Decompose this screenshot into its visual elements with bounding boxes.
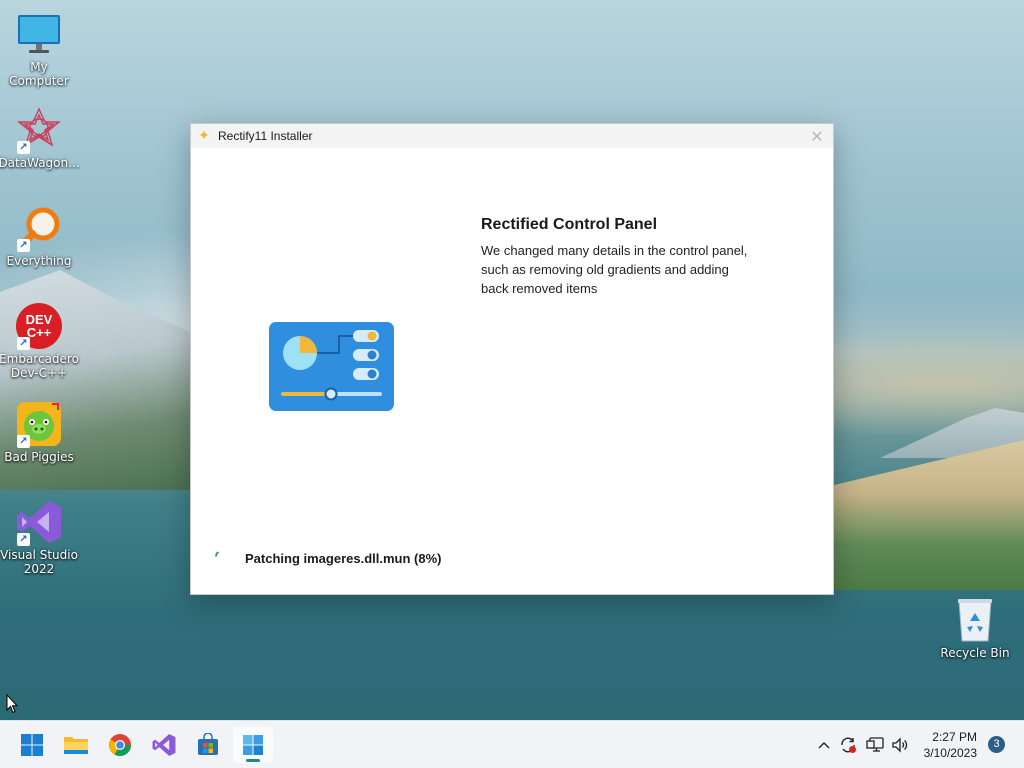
- desktop-icon-visual-studio[interactable]: ↗ Visual Studio 2022: [0, 498, 78, 576]
- volume-icon: [892, 737, 908, 753]
- magnifier-icon: ↗: [15, 204, 63, 252]
- desktop-icon-label: Recycle Bin: [940, 646, 1010, 660]
- desktop-icon-datawagon[interactable]: ↗ DataWagon...: [0, 106, 80, 170]
- pig-icon: ↗: [15, 400, 63, 448]
- desktop-icon-label: My Computer: [9, 60, 69, 88]
- sparkle-icon: ✦: [198, 128, 210, 144]
- visual-studio-icon: ↗: [15, 498, 63, 546]
- network-icon: [866, 737, 884, 752]
- install-status-text: Patching imageres.dll.mun (8%): [245, 551, 442, 566]
- folder-icon: [64, 737, 88, 754]
- active-app-indicator: [246, 759, 260, 762]
- desktop-icon-everything[interactable]: ↗ Everything: [0, 204, 78, 268]
- notification-badge[interactable]: 3: [988, 736, 1005, 753]
- tray-overflow-button[interactable]: [814, 721, 834, 768]
- taskbar-chrome[interactable]: [100, 727, 140, 763]
- window-titlebar[interactable]: ✦ Rectify11 Installer ✕: [191, 124, 833, 148]
- desktop-icon-label: Embarcadero Dev-C++: [0, 352, 79, 380]
- taskbar: 2:27 PM 3/10/2023 3: [0, 720, 1024, 768]
- shortcut-arrow-icon: ↗: [17, 533, 30, 546]
- devcpp-icon: DEV C++ ↗: [15, 302, 63, 350]
- tray-volume-button[interactable]: [889, 721, 911, 768]
- monitor-icon: [15, 10, 63, 58]
- taskbar-visual-studio[interactable]: [144, 727, 184, 763]
- taskbar-rectify11-installer[interactable]: [233, 727, 273, 763]
- desktop-icon-label: Bad Piggies: [4, 450, 74, 464]
- tray-sync-button[interactable]: [838, 721, 858, 768]
- shortcut-arrow-icon: ↗: [17, 435, 30, 448]
- wallpaper-hill-right: [834, 440, 1024, 590]
- taskbar-clock[interactable]: 2:27 PM 3/10/2023: [924, 729, 977, 761]
- clock-date: 3/10/2023: [923, 746, 977, 760]
- desktop-icon-devcpp[interactable]: DEV C++ ↗ Embarcadero Dev-C++: [0, 302, 79, 380]
- tray-network-button[interactable]: [864, 721, 886, 768]
- chrome-icon: [109, 734, 131, 756]
- rectify11-icon: [243, 735, 263, 755]
- desktop-icon-label: DataWagon...: [0, 156, 80, 170]
- shortcut-arrow-icon: ↗: [17, 141, 30, 154]
- sync-icon: [841, 737, 856, 753]
- control-panel-illustration: [269, 322, 394, 411]
- installer-window[interactable]: ✦ Rectify11 Installer ✕ Rectified Contro…: [190, 123, 834, 595]
- taskbar-start-button[interactable]: [12, 727, 52, 763]
- recycle-bin-icon: [951, 596, 999, 644]
- feature-description: We changed many details in the control p…: [481, 243, 748, 296]
- feature-heading: Rectified Control Panel: [481, 216, 658, 233]
- close-button[interactable]: ✕: [801, 124, 833, 148]
- taskbar-microsoft-store[interactable]: [188, 727, 228, 763]
- datawagon-icon: ↗: [15, 106, 63, 154]
- store-bag-icon: [198, 733, 218, 755]
- mouse-cursor-icon: [6, 693, 19, 714]
- progress-spinner-icon: [214, 547, 226, 559]
- desktop-icon-label: Visual Studio 2022: [0, 548, 78, 576]
- desktop-icon-label: Everything: [6, 254, 72, 268]
- visual-studio-icon: [152, 734, 176, 756]
- shortcut-arrow-icon: ↗: [17, 239, 30, 252]
- desktop-icon-recycle-bin[interactable]: Recycle Bin: [936, 596, 1014, 660]
- desktop-icon-my-computer[interactable]: My Computer: [0, 10, 78, 88]
- desktop-icon-bad-piggies[interactable]: ↗ Bad Piggies: [0, 400, 78, 464]
- window-title: Rectify11 Installer: [218, 129, 313, 143]
- taskbar-file-explorer[interactable]: [56, 727, 96, 763]
- chevron-up-icon: [818, 742, 830, 749]
- shortcut-arrow-icon: ↗: [17, 337, 30, 350]
- clock-time: 2:27 PM: [932, 730, 977, 744]
- windows-logo-icon: [21, 734, 43, 756]
